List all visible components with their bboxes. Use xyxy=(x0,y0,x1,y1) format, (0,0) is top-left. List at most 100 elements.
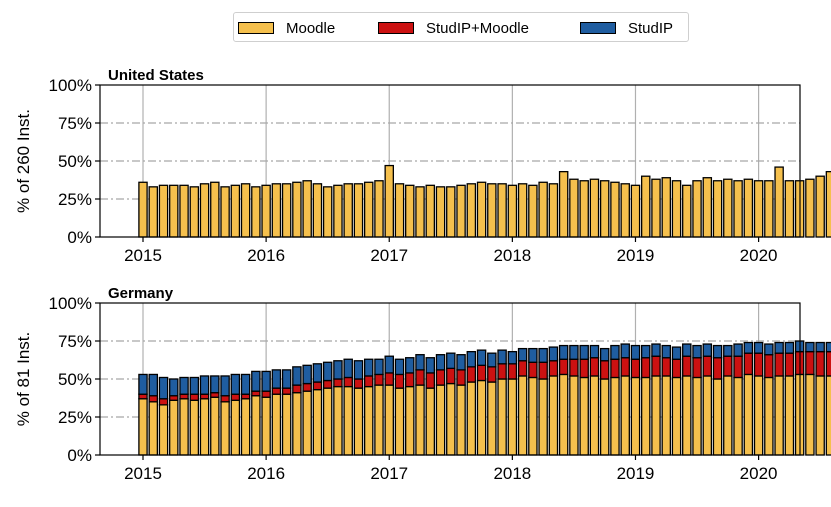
bar xyxy=(671,346,682,360)
bar xyxy=(394,387,405,456)
bar xyxy=(302,382,312,392)
legend-item-moodle: Moodle xyxy=(238,18,335,38)
bar xyxy=(446,186,456,238)
bar xyxy=(148,186,159,238)
bar xyxy=(353,360,364,380)
x-tick-label: 2017 xyxy=(370,246,408,265)
bar xyxy=(425,387,436,456)
bar xyxy=(169,399,179,456)
bar xyxy=(784,341,795,354)
bar xyxy=(528,361,538,379)
bar xyxy=(599,378,610,456)
bar xyxy=(579,358,589,379)
bar xyxy=(240,183,251,238)
bar xyxy=(733,355,743,379)
bar xyxy=(312,388,323,456)
bar xyxy=(312,381,323,391)
legend-item-studip-moodle: StudIP+Moodle xyxy=(378,18,529,38)
bar xyxy=(640,376,651,456)
bar xyxy=(569,375,579,456)
bar xyxy=(805,350,815,376)
chart-figure: 0% 25% 50% 75% 100% 2015 2016 2017 2018 2019 2020 2… xyxy=(14,67,831,483)
bar xyxy=(764,376,774,456)
bar xyxy=(405,184,415,238)
bar xyxy=(343,183,353,238)
bar xyxy=(610,376,620,456)
bar xyxy=(363,358,374,377)
legend-label-moodle: Moodle xyxy=(286,19,336,37)
bar xyxy=(558,170,569,238)
x-tick-label: 2016 xyxy=(247,464,285,483)
bar xyxy=(784,352,795,377)
bar xyxy=(210,181,220,238)
bar xyxy=(620,343,630,359)
bar xyxy=(322,186,333,238)
bar xyxy=(189,393,200,401)
bar xyxy=(589,344,600,359)
bar xyxy=(784,180,795,238)
bar xyxy=(302,364,312,385)
x-tick-label: 2017 xyxy=(370,464,408,483)
bar xyxy=(415,354,425,371)
bar xyxy=(610,358,620,379)
bar xyxy=(651,355,661,377)
bar xyxy=(179,398,189,456)
bar xyxy=(487,183,497,238)
bar xyxy=(179,184,189,238)
x-tick-label: 2019 xyxy=(617,464,655,483)
bar xyxy=(702,177,713,238)
bar xyxy=(712,344,723,359)
bar xyxy=(456,354,466,371)
bar xyxy=(702,355,713,377)
bar xyxy=(363,181,374,238)
bar xyxy=(548,183,559,238)
bar xyxy=(538,181,548,238)
bar xyxy=(548,346,559,362)
bar xyxy=(405,372,415,388)
bar xyxy=(569,358,579,377)
bar xyxy=(630,184,641,238)
bar xyxy=(415,186,425,238)
bar xyxy=(517,183,528,238)
legend-label-studip-moodle: StudIP+Moodle xyxy=(426,19,529,37)
x-tick-label: 2019 xyxy=(617,246,655,265)
x-tick-label: 2020 xyxy=(740,246,778,265)
bar xyxy=(466,350,477,368)
bar xyxy=(682,184,692,238)
bar xyxy=(415,384,425,456)
bar xyxy=(435,186,446,238)
bar xyxy=(425,357,436,374)
bar xyxy=(569,344,579,360)
bar xyxy=(743,373,754,456)
bar xyxy=(651,178,661,238)
bar xyxy=(712,180,723,238)
bar xyxy=(620,375,630,456)
bar xyxy=(476,379,487,456)
bar xyxy=(640,357,651,379)
bar xyxy=(281,183,292,238)
bar xyxy=(230,373,241,395)
bar xyxy=(189,399,200,456)
y-tick-label: 50% xyxy=(58,370,92,389)
bar xyxy=(446,352,456,370)
bar xyxy=(271,183,282,238)
bar xyxy=(292,181,302,238)
bar xyxy=(743,341,754,354)
bar xyxy=(764,343,774,356)
bar xyxy=(712,357,723,380)
bar xyxy=(312,183,323,238)
bar xyxy=(466,183,477,238)
bar xyxy=(343,358,353,379)
y-tick-label: 0% xyxy=(67,446,92,465)
bar xyxy=(456,184,466,238)
bar xyxy=(743,352,754,376)
bar xyxy=(138,373,148,395)
bar xyxy=(425,372,436,389)
bar xyxy=(466,381,477,456)
bar xyxy=(251,395,261,456)
bar xyxy=(199,398,210,456)
bar xyxy=(487,366,497,383)
bar xyxy=(158,184,169,238)
bar xyxy=(363,375,374,388)
bar xyxy=(179,393,189,400)
